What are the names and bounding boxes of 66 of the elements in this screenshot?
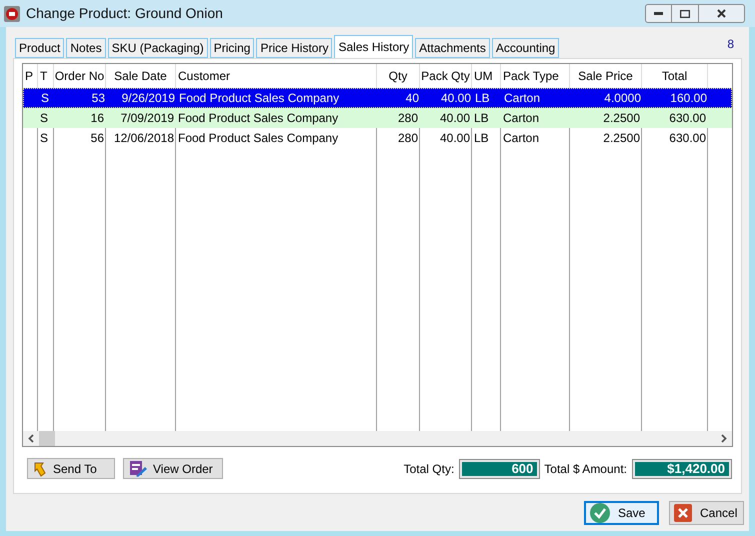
tab[interactable]: Accounting <box>492 38 560 58</box>
table-cell-text: Carton <box>503 90 542 107</box>
scroll-left-icon[interactable] <box>28 434 34 443</box>
table-cell-text: LB <box>474 90 491 107</box>
table-cell-text: 280 <box>396 130 419 147</box>
table-cell-text: 53 <box>90 90 106 107</box>
table-cell-text: Food Product Sales Company <box>178 90 340 107</box>
table-cell-text: Food Product Sales Company <box>177 130 340 147</box>
tab[interactable]: Price History <box>256 38 332 58</box>
table-row[interactable]: S 53 9/26/2019 Food Product Sales Company 40 40.00 LB Carton 4.0000 160.00 <box>23 88 732 108</box>
document-edit-icon <box>129 460 147 477</box>
minimize-button[interactable] <box>645 4 672 23</box>
total-label: Total Qty: <box>404 460 454 478</box>
action-button[interactable]: View Order <box>123 458 223 479</box>
tab[interactable]: Attachments <box>415 38 490 58</box>
table-cell-text: S <box>39 110 50 127</box>
total-value: $1,420.00 <box>633 460 731 478</box>
app-icon <box>4 6 20 22</box>
check-icon <box>590 503 610 523</box>
close-icon <box>717 9 726 18</box>
tab[interactable]: Pricing <box>210 38 254 58</box>
minimize-icon <box>654 12 663 15</box>
table-cell-text: 12/06/2018 <box>112 130 175 147</box>
window-title: Change Product: Ground Onion <box>26 4 223 23</box>
table-cell-text: Carton <box>502 110 540 127</box>
dialog-button[interactable]: Cancel <box>669 501 744 525</box>
table-cell-text: 2.2500 <box>602 110 641 127</box>
table-cell-text: S <box>39 130 50 147</box>
table-cell-text: 630.00 <box>668 110 707 127</box>
record-count: 8 <box>727 36 734 53</box>
horizontal-scrollbar[interactable] <box>23 431 732 446</box>
table-cell-text: 280 <box>396 110 419 127</box>
tab[interactable]: Sales History <box>334 35 414 58</box>
total-value: 600 <box>460 460 540 478</box>
tab[interactable]: SKU (Packaging) <box>108 38 208 58</box>
table-cell-text: Carton <box>502 130 540 147</box>
close-icon <box>674 504 692 522</box>
table-cell-text: S <box>40 90 50 107</box>
table-cell-text: 16 <box>90 110 105 127</box>
dialog-button[interactable]: Save <box>584 501 659 525</box>
maximize-icon <box>680 10 690 18</box>
table-cell-text: 40 <box>404 90 420 107</box>
scroll-thumb[interactable] <box>39 431 55 446</box>
table-cell-text: 40.00 <box>438 110 471 127</box>
scroll-right-icon[interactable] <box>721 434 727 443</box>
table-cell-text: 9/26/2019 <box>120 90 176 107</box>
table-cell-text: 160.00 <box>669 90 708 107</box>
table-cell-text: 40.00 <box>438 130 471 147</box>
table-row[interactable]: S 56 12/06/2018 Food Product Sales Company 280 40.00 LB Carton 2.2500 630.00 <box>23 128 732 148</box>
total-label: Total $ Amount: <box>544 460 627 478</box>
table-cell-text: LB <box>473 130 490 147</box>
table-cell-text: Food Product Sales Company <box>177 110 340 127</box>
action-button[interactable]: Send To <box>27 458 115 479</box>
table-cell-text: 56 <box>90 130 105 147</box>
table-cell-text: 2.2500 <box>602 130 641 147</box>
maximize-button[interactable] <box>672 4 699 23</box>
table-cell-text: 630.00 <box>668 130 707 147</box>
table-cell-text: 7/09/2019 <box>120 110 175 127</box>
tab[interactable]: Product <box>15 38 64 58</box>
close-button[interactable] <box>699 4 745 23</box>
table-cell-text: LB <box>473 110 490 127</box>
table-row[interactable]: S 16 7/09/2019 Food Product Sales Company 280 40.00 LB Carton 2.2500 630.00 <box>23 108 732 128</box>
tab[interactable]: Notes <box>66 38 106 58</box>
arrow-icon <box>33 460 47 476</box>
table-cell-text: 40.00 <box>440 90 472 107</box>
table-cell-text: 4.0000 <box>603 90 642 107</box>
